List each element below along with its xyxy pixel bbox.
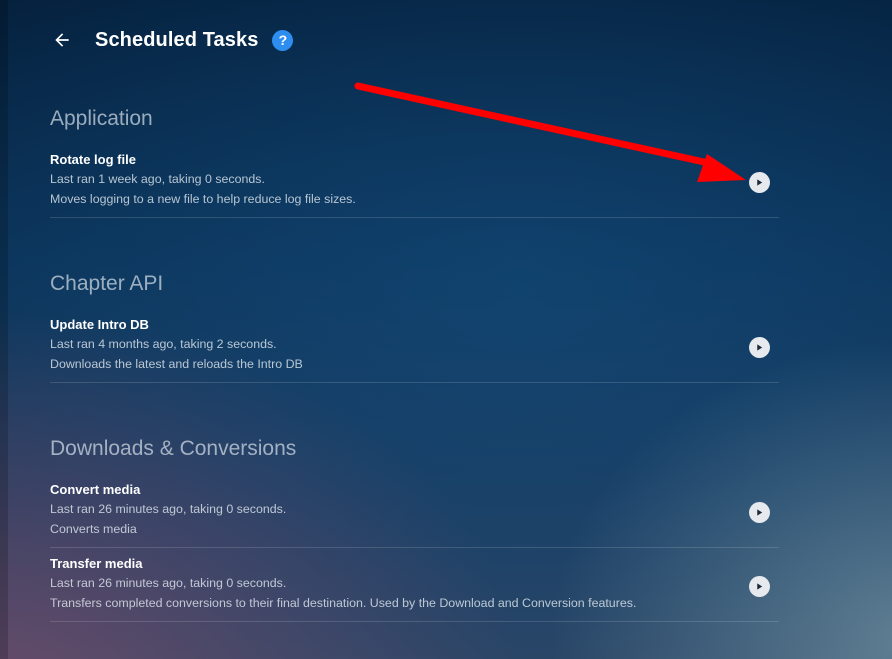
- task-last-run: Last ran 26 minutes ago, taking 0 second…: [50, 502, 287, 516]
- task-row-convert-media: Convert media Last ran 26 minutes ago, t…: [50, 480, 779, 548]
- task-name: Transfer media: [50, 556, 143, 571]
- question-circle-icon: ?: [278, 32, 288, 48]
- section-title: Application: [50, 107, 153, 130]
- run-task-button[interactable]: [749, 337, 770, 358]
- task-name: Update Intro DB: [50, 317, 149, 332]
- task-name: Rotate log file: [50, 152, 136, 167]
- left-edge-divider: [0, 0, 8, 659]
- play-icon: [757, 344, 763, 351]
- section-downloads-conversions: Downloads & Conversions Convert media La…: [50, 434, 779, 622]
- section-application: Application Rotate log file Last ran 1 w…: [50, 104, 779, 218]
- section-chapter-api: Chapter API Update Intro DB Last ran 4 m…: [50, 269, 779, 383]
- page-title: Scheduled Tasks: [95, 28, 259, 51]
- play-icon: [757, 179, 763, 186]
- task-list: Application Rotate log file Last ran 1 w…: [50, 104, 779, 622]
- task-row-rotate-log-file: Rotate log file Last ran 1 week ago, tak…: [50, 150, 779, 218]
- task-description: Transfers completed conversions to their…: [50, 596, 637, 610]
- task-description: Downloads the latest and reloads the Int…: [50, 357, 303, 371]
- task-description: Moves logging to a new file to help redu…: [50, 192, 356, 206]
- help-button[interactable]: ?: [272, 29, 294, 51]
- arrow-left-icon: [55, 33, 69, 47]
- section-title: Chapter API: [50, 272, 164, 295]
- section-title: Downloads & Conversions: [50, 437, 297, 460]
- task-row-update-intro-db: Update Intro DB Last ran 4 months ago, t…: [50, 315, 779, 383]
- play-icon: [757, 583, 763, 590]
- task-last-run: Last ran 1 week ago, taking 0 seconds.: [50, 172, 265, 186]
- task-name: Convert media: [50, 482, 141, 497]
- task-last-run: Last ran 26 minutes ago, taking 0 second…: [50, 576, 287, 590]
- task-last-run: Last ran 4 months ago, taking 2 seconds.: [50, 337, 277, 351]
- run-task-button[interactable]: [749, 576, 770, 597]
- back-button[interactable]: [50, 28, 74, 52]
- run-task-button[interactable]: [749, 172, 770, 193]
- task-row-transfer-media: Transfer media Last ran 26 minutes ago, …: [50, 548, 779, 622]
- run-task-button[interactable]: [749, 502, 770, 523]
- task-description: Converts media: [50, 522, 137, 536]
- page-header: Scheduled Tasks ?: [50, 22, 294, 58]
- play-icon: [757, 509, 763, 516]
